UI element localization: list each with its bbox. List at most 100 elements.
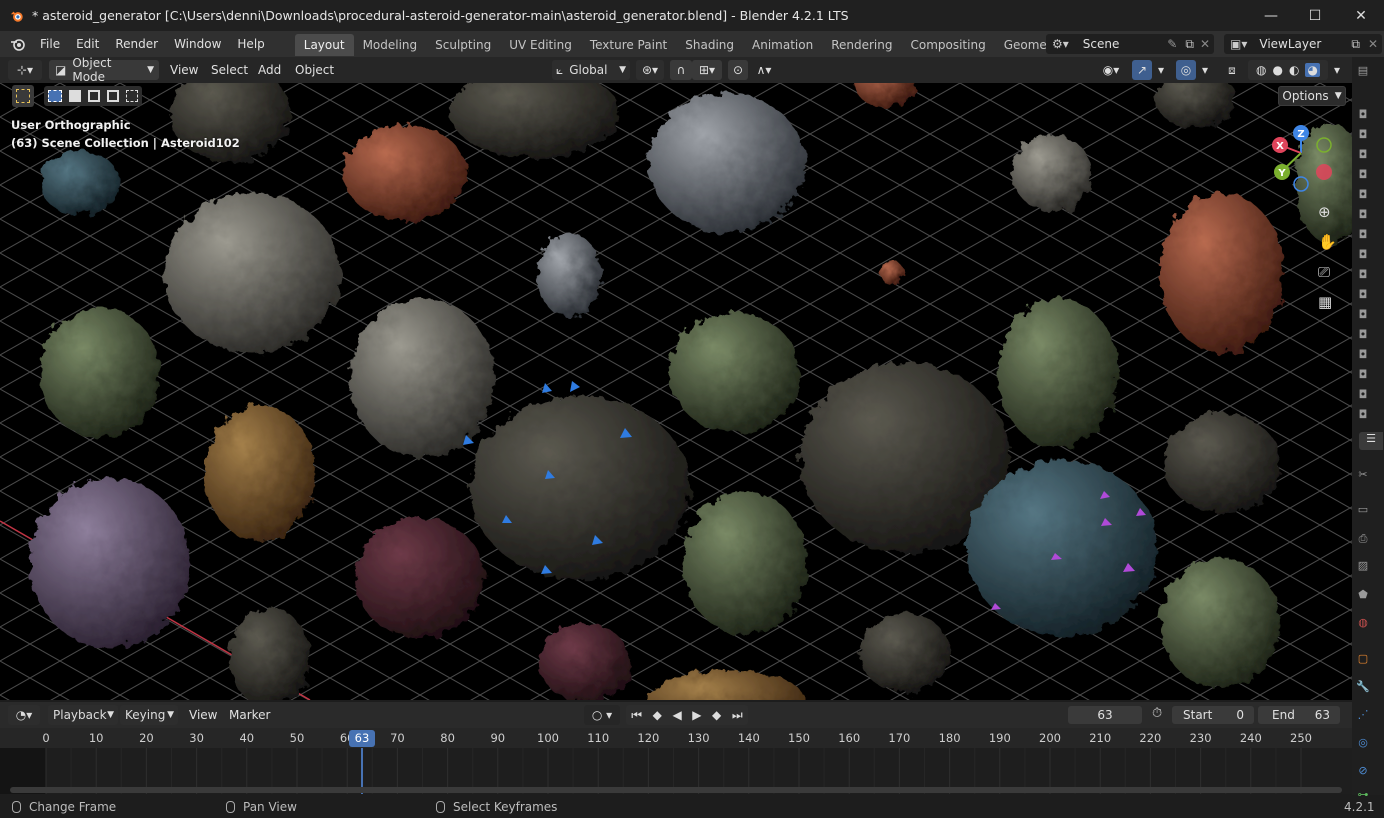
preview-range-icon[interactable]: ⏱ [1152,706,1162,721]
jump-start-icon[interactable]: ⏮ [631,708,642,723]
visibility-button[interactable]: ◉▾ [1096,60,1126,80]
pivot-point-button[interactable]: ⊛▾ [636,60,664,80]
xray-toggle[interactable]: ⧈ [1222,60,1242,80]
minimize-button[interactable]: — [1248,0,1294,31]
tab-rendering[interactable]: Rendering [822,34,901,56]
render-visibility-icon-6[interactable]: ◘ [1356,208,1370,222]
camera-view-icon[interactable]: ⎚ [1318,263,1330,281]
render-visibility-icon-9[interactable]: ◘ [1356,268,1370,282]
play-icon[interactable]: ▶ [692,708,701,722]
transform-orientation-selector[interactable]: ⟀ Global ▼ [552,60,630,80]
render-visibility-icon-14[interactable]: ◘ [1356,368,1370,382]
render-visibility-icon-7[interactable]: ◘ [1356,228,1370,242]
view-layer-selector[interactable]: ▣▾ ViewLayer ⧉ ✕ [1224,34,1382,54]
render-visibility-icon-16[interactable]: ◘ [1356,408,1370,422]
menu-edit[interactable]: Edit [68,31,107,57]
play-reverse-icon[interactable]: ◀ [672,708,681,722]
new-view-layer-icon[interactable]: ⧉ [1351,37,1360,52]
select-box-tool[interactable] [12,85,34,107]
solid-shading-icon[interactable]: ● [1273,63,1283,77]
render-visibility-icon-15[interactable]: ◘ [1356,388,1370,402]
object-properties-icon[interactable]: ▢ [1356,652,1370,666]
tab-sculpting[interactable]: Sculpting [426,34,500,56]
wireframe-shading-icon[interactable]: ◍ [1256,63,1266,77]
menu-help[interactable]: Help [229,31,272,57]
jump-end-icon[interactable]: ⏭ [732,708,743,723]
render-visibility-icon-4[interactable]: ◘ [1356,168,1370,182]
select-subtract-icon[interactable] [87,90,100,102]
zoom-icon[interactable]: ⊕ [1318,203,1331,221]
mode-selector[interactable]: ◪ Object Mode ▼ [49,56,159,84]
auto-keying-toggle[interactable]: ○ ▾ [584,705,620,725]
menu-render[interactable]: Render [107,31,166,57]
keying-menu[interactable]: Keying ▼ [120,705,178,725]
next-keyframe-icon[interactable]: ◆ [712,708,721,722]
rendered-shading-icon[interactable]: ◕ [1305,63,1320,77]
output-properties-icon[interactable]: ⎙ [1356,532,1370,546]
options-dropdown[interactable]: Options ▼ [1278,86,1346,106]
world-properties-icon[interactable]: ◍ [1356,616,1370,630]
playback-menu[interactable]: Playback ▼ [48,705,118,725]
selection-mode-buttons[interactable] [44,86,142,106]
render-visibility-icon-13[interactable]: ◘ [1356,348,1370,362]
proportional-edit-toggle[interactable]: ⊙ [728,60,748,80]
tab-uv-editing[interactable]: UV Editing [500,34,581,56]
render-visibility-icon-2[interactable]: ◘ [1356,128,1370,142]
timeline-editor-type-button[interactable]: ◔▾ [8,705,40,725]
scene-properties-icon[interactable]: ⬟ [1356,588,1370,602]
3d-viewport[interactable]: User Orthographic (63) Scene Collection … [0,83,1352,700]
prev-keyframe-icon[interactable]: ◆ [653,708,662,722]
render-visibility-icon-11[interactable]: ◘ [1356,308,1370,322]
viewport-menu-object[interactable]: Object [295,57,334,83]
view-layer-properties-icon[interactable]: ▨ [1356,559,1370,573]
shading-dropdown[interactable]: ▾ [1328,60,1346,80]
select-new-icon[interactable] [47,90,62,102]
gizmo-toggle[interactable]: ↗ [1132,60,1152,80]
render-visibility-icon-5[interactable]: ◘ [1356,188,1370,202]
scene-selector[interactable]: ⚙▾ Scene ✎ ⧉ ✕ [1046,34,1214,54]
render-visibility-icon-10[interactable]: ◘ [1356,288,1370,302]
select-invert-icon[interactable] [107,90,120,102]
particles-properties-icon[interactable]: ⋰ [1356,708,1370,722]
shading-modes[interactable]: ◍ ● ◐ ◕ [1248,60,1328,80]
constraints-properties-icon[interactable]: ⊘ [1356,764,1370,778]
render-visibility-icon-3[interactable]: ◘ [1356,148,1370,162]
close-button[interactable]: ✕ [1338,0,1384,31]
overlay-toggle[interactable]: ◎ [1176,60,1196,80]
render-visibility-icon-12[interactable]: ◘ [1356,328,1370,342]
blender-menu-icon[interactable] [10,36,26,52]
render-visibility-icon-1[interactable]: ◘ [1356,108,1370,122]
modifier-properties-icon[interactable]: 🔧 [1356,680,1370,694]
material-shading-icon[interactable]: ◐ [1289,63,1299,77]
tool-properties-icon[interactable]: ✂ [1356,468,1370,482]
pin-icon[interactable]: ✎ [1167,37,1177,51]
viewport-menu-view[interactable]: View [170,57,198,83]
timeline-scrollbar[interactable] [10,787,1342,793]
delete-view-layer-icon[interactable]: ✕ [1368,37,1378,51]
maximize-button[interactable]: ☐ [1292,0,1338,31]
tab-modeling[interactable]: Modeling [354,34,427,56]
navigation-gizmo[interactable]: Z X Y [1264,123,1340,193]
tab-compositing[interactable]: Compositing [901,34,994,56]
editor-type-button[interactable]: ⊹▾ [8,60,42,80]
physics-properties-icon[interactable]: ◎ [1356,736,1370,750]
gizmo-dropdown[interactable]: ▾ [1152,60,1170,80]
viewport-menu-select[interactable]: Select [211,57,248,83]
timeline-menu-view[interactable]: View [189,702,217,728]
viewport-menu-add[interactable]: Add [258,57,281,83]
tab-texture-paint[interactable]: Texture Paint [581,34,676,56]
end-frame-field[interactable]: End 63 [1258,706,1340,724]
overlay-dropdown[interactable]: ▾ [1196,60,1214,80]
perspective-toggle-icon[interactable]: ▦ [1318,293,1332,311]
properties-tab-toggle-icon[interactable]: ☰ [1359,432,1383,450]
snap-toggle[interactable]: ∩ [670,60,692,80]
tab-animation[interactable]: Animation [743,34,822,56]
pan-hand-icon[interactable]: ✋ [1318,233,1337,251]
select-extend-icon[interactable] [68,90,81,102]
delete-scene-icon[interactable]: ✕ [1200,37,1210,51]
playhead[interactable]: 63 [349,730,375,747]
outliner-filter-icon[interactable]: ▤ [1356,64,1370,78]
render-properties-icon[interactable]: ▭ [1356,503,1370,517]
render-visibility-icon-8[interactable]: ◘ [1356,248,1370,262]
menu-window[interactable]: Window [166,31,229,57]
